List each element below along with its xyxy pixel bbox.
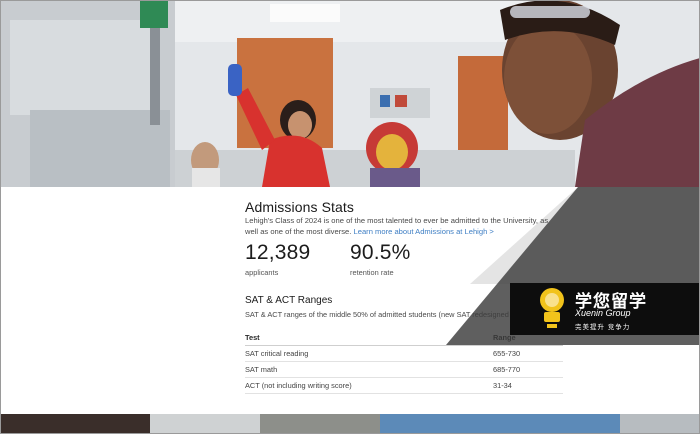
test-cell: SAT math bbox=[245, 361, 489, 378]
table-row: ACT (not including writing score) 31-34 bbox=[245, 377, 563, 394]
retention-stat-label: retention rate bbox=[350, 268, 394, 277]
table-row: SAT critical reading 655-730 bbox=[245, 345, 563, 362]
admissions-stats-heading: Admissions Stats bbox=[245, 199, 354, 215]
bottom-photo-strip bbox=[0, 414, 700, 434]
watermark-subtitle: 完美提升 竞争力 bbox=[575, 324, 631, 331]
test-cell: ACT (not including writing score) bbox=[245, 377, 489, 394]
table-row: SAT math 685-770 bbox=[245, 361, 563, 378]
range-cell: 31-34 bbox=[489, 377, 563, 394]
column-header-test: Test bbox=[245, 331, 489, 346]
watermark-logo-icon bbox=[540, 288, 564, 328]
ranges-description: SAT & ACT ranges of the middle 50% of ad… bbox=[245, 310, 509, 319]
applicants-stat-value: 12,389 bbox=[245, 241, 311, 264]
admissions-intro: Lehigh's Class of 2024 is one of the mos… bbox=[245, 215, 563, 237]
test-cell: SAT critical reading bbox=[245, 345, 489, 362]
ranges-heading: SAT & ACT Ranges bbox=[245, 295, 333, 306]
range-cell: 685-770 bbox=[489, 361, 563, 378]
hero-lab-photo bbox=[0, 0, 700, 187]
ranges-table: Test Range SAT critical reading 655-730 … bbox=[245, 331, 563, 394]
range-cell: 655-730 bbox=[489, 345, 563, 362]
watermark-english-text: Xuenin Group bbox=[575, 308, 631, 318]
learn-more-link[interactable]: Learn more about Admissions at Lehigh > bbox=[354, 227, 494, 236]
retention-stat-value: 90.5% bbox=[350, 241, 411, 264]
applicants-stat-label: applicants bbox=[245, 268, 279, 277]
